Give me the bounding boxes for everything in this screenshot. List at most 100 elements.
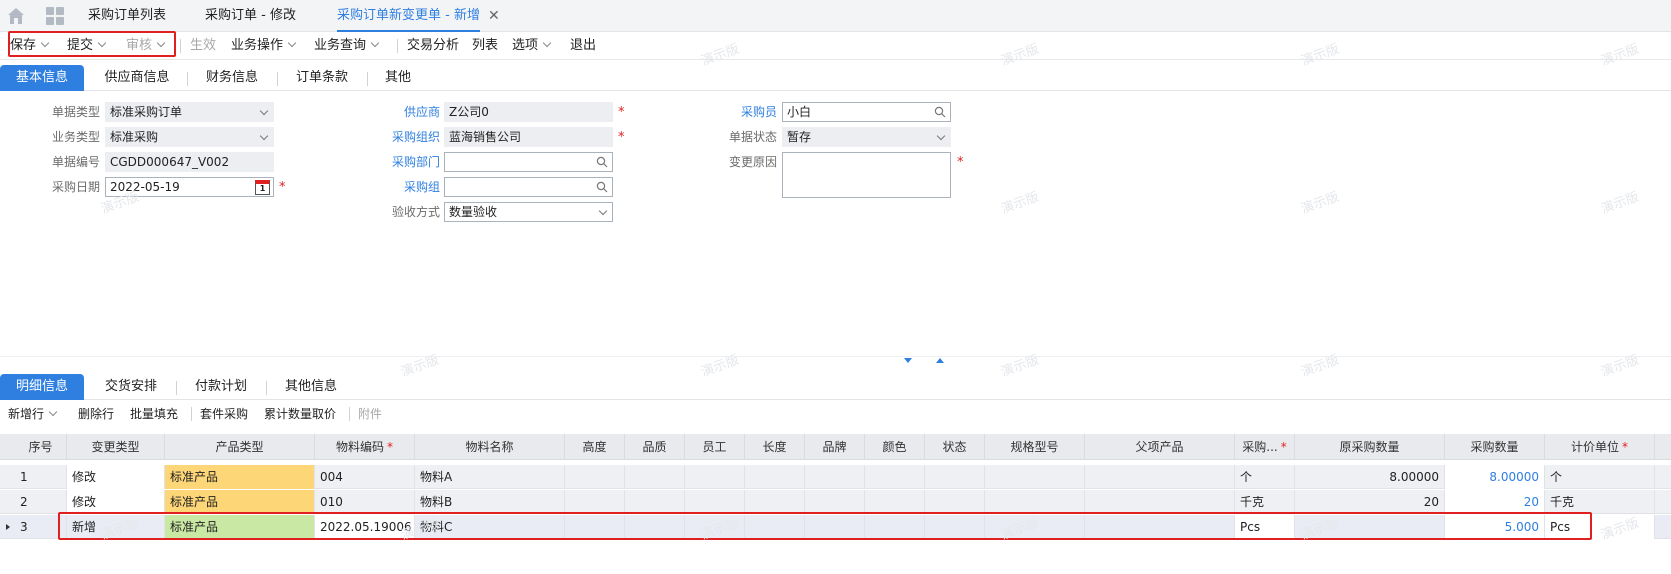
col-header-seq[interactable]: 序号 [15, 434, 67, 460]
list-button[interactable]: 列表 [472, 32, 498, 60]
collapse-up-icon[interactable] [936, 358, 944, 363]
table-row[interactable]: 2 修改 标准产品 010 物料B 千克 20 20 千克 [0, 490, 1671, 514]
cell-qty[interactable]: 20 [1445, 490, 1545, 514]
cell-material-name[interactable]: 物料A [415, 465, 565, 489]
purchase-group-input[interactable] [444, 177, 613, 197]
col-header-product-type[interactable]: 产品类型 [165, 434, 315, 460]
cell-status[interactable] [925, 490, 985, 514]
col-header-material-name[interactable]: 物料名称 [415, 434, 565, 460]
cell-brand[interactable] [805, 490, 865, 514]
cell-spec-model[interactable] [985, 490, 1085, 514]
cell-parent-product[interactable] [1085, 515, 1235, 539]
cell-product-type[interactable]: 标准产品 [165, 490, 315, 514]
buyer-input[interactable]: 小白 [782, 102, 951, 122]
change-reason-textarea[interactable] [782, 152, 951, 198]
cell-employee[interactable] [685, 515, 745, 539]
cell-material-code[interactable]: 010 [315, 490, 415, 514]
col-header-change-type[interactable]: 变更类型 [67, 434, 165, 460]
cell-height[interactable] [565, 465, 625, 489]
cell-purchase-unit[interactable]: Pcs [1235, 515, 1295, 539]
table-row[interactable]: 1 修改 标准产品 004 物料A 个 8.00000 8.00000 个 [0, 465, 1671, 489]
purchase-date-input[interactable]: 2022-05-19 1 [105, 177, 274, 197]
cell-employee[interactable] [685, 490, 745, 514]
acceptance-select[interactable]: 数量验收 [444, 202, 613, 222]
batch-fill-button[interactable]: 批量填充 [130, 401, 178, 427]
col-header-parent-product[interactable]: 父项产品 [1085, 434, 1235, 460]
cell-brand[interactable] [805, 465, 865, 489]
cell-status[interactable] [925, 465, 985, 489]
cell-change-type[interactable]: 新增 [67, 515, 165, 539]
col-header-orig-qty[interactable]: 原采购数量 [1295, 434, 1445, 460]
tab-basic-info[interactable]: 基本信息 [0, 65, 84, 91]
exit-button[interactable]: 退出 [570, 32, 596, 60]
biz-query-button[interactable]: 业务查询 [314, 32, 380, 60]
doc-type-select[interactable]: 标准采购订单 [105, 102, 274, 122]
kit-purchase-button[interactable]: 套件采购 [200, 401, 248, 427]
purchase-dept-input[interactable] [444, 152, 613, 172]
calendar-icon[interactable]: 1 [255, 180, 270, 195]
col-header-status[interactable]: 状态 [925, 434, 985, 460]
doc-no-field[interactable]: CGDD000647_V002 [105, 152, 274, 172]
cell-color[interactable] [865, 515, 925, 539]
col-header-height[interactable]: 高度 [565, 434, 625, 460]
search-icon[interactable] [596, 181, 608, 193]
attachment-button[interactable]: 附件 [358, 401, 382, 427]
doc-status-select[interactable]: 暂存 [782, 127, 951, 147]
cell-purchase-unit[interactable]: 个 [1235, 465, 1295, 489]
col-header-price-unit[interactable]: 计价单位 * [1545, 434, 1655, 460]
tab-finance-info[interactable]: 财务信息 [196, 65, 268, 91]
apps-grid-icon[interactable] [46, 7, 64, 25]
cell-quality[interactable] [625, 515, 685, 539]
add-row-button[interactable]: 新增行 [8, 401, 58, 427]
cell-length[interactable] [745, 515, 805, 539]
col-header-color[interactable]: 颜色 [865, 434, 925, 460]
cell-material-code[interactable]: 004 [315, 465, 415, 489]
cell-material-code[interactable]: 2022.05.19006 [315, 515, 415, 539]
cell-status[interactable] [925, 515, 985, 539]
cell-product-type[interactable]: 标准产品 [165, 465, 315, 489]
cell-length[interactable] [745, 490, 805, 514]
buyer-label[interactable]: 采购员 [705, 102, 777, 122]
panel-splitter[interactable] [0, 356, 1671, 357]
cumulative-qty-price-button[interactable]: 累计数量取价 [264, 401, 336, 427]
tab-supplier-info[interactable]: 供应商信息 [96, 65, 178, 91]
collapse-down-icon[interactable] [904, 358, 912, 363]
tab-other-info[interactable]: 其他信息 [276, 374, 346, 400]
tab-change-order-new[interactable]: 采购订单新变更单 - 新增 [337, 0, 480, 32]
search-icon[interactable] [596, 156, 608, 168]
cell-height[interactable] [565, 515, 625, 539]
cell-material-name[interactable]: 物料B [415, 490, 565, 514]
tab-detail-info[interactable]: 明细信息 [0, 374, 84, 400]
cell-parent-product[interactable] [1085, 465, 1235, 489]
tab-other[interactable]: 其他 [376, 65, 420, 91]
effect-button[interactable]: 生效 [190, 32, 216, 60]
col-header-employee[interactable]: 员工 [685, 434, 745, 460]
tab-purchase-order-edit[interactable]: 采购订单 - 修改 [205, 0, 296, 32]
col-header-qty[interactable]: 采购数量 [1445, 434, 1545, 460]
home-icon[interactable] [6, 6, 26, 26]
cell-price-unit[interactable]: 个 [1545, 465, 1655, 489]
cell-product-type[interactable]: 标准产品 [165, 515, 315, 539]
tab-payment-plan[interactable]: 付款计划 [186, 374, 256, 400]
cell-color[interactable] [865, 490, 925, 514]
close-tab-icon[interactable]: ✕ [488, 8, 500, 24]
cell-height[interactable] [565, 490, 625, 514]
cell-brand[interactable] [805, 515, 865, 539]
biz-ops-button[interactable]: 业务操作 [231, 32, 297, 60]
col-header-material-code[interactable]: 物料编码 * [315, 434, 415, 460]
biz-type-select[interactable]: 标准采购 [105, 127, 274, 147]
cell-spec-model[interactable] [985, 465, 1085, 489]
col-header-length[interactable]: 长度 [745, 434, 805, 460]
audit-button[interactable]: 审核 [126, 32, 166, 60]
col-header-spec-model[interactable]: 规格型号 [985, 434, 1085, 460]
cell-parent-product[interactable] [1085, 490, 1235, 514]
cell-color[interactable] [865, 465, 925, 489]
tab-delivery-schedule[interactable]: 交货安排 [96, 374, 166, 400]
purchase-group-label[interactable]: 采购组 [368, 177, 440, 197]
cell-material-name[interactable]: 物料C [415, 515, 565, 539]
cell-spec-model[interactable] [985, 515, 1085, 539]
search-icon[interactable] [934, 106, 946, 118]
cell-length[interactable] [745, 465, 805, 489]
table-row[interactable]: 3 新增 标准产品 2022.05.19006 物料C Pcs 5.000 Pc… [0, 515, 1671, 539]
cell-qty[interactable]: 5.000 [1445, 515, 1545, 539]
